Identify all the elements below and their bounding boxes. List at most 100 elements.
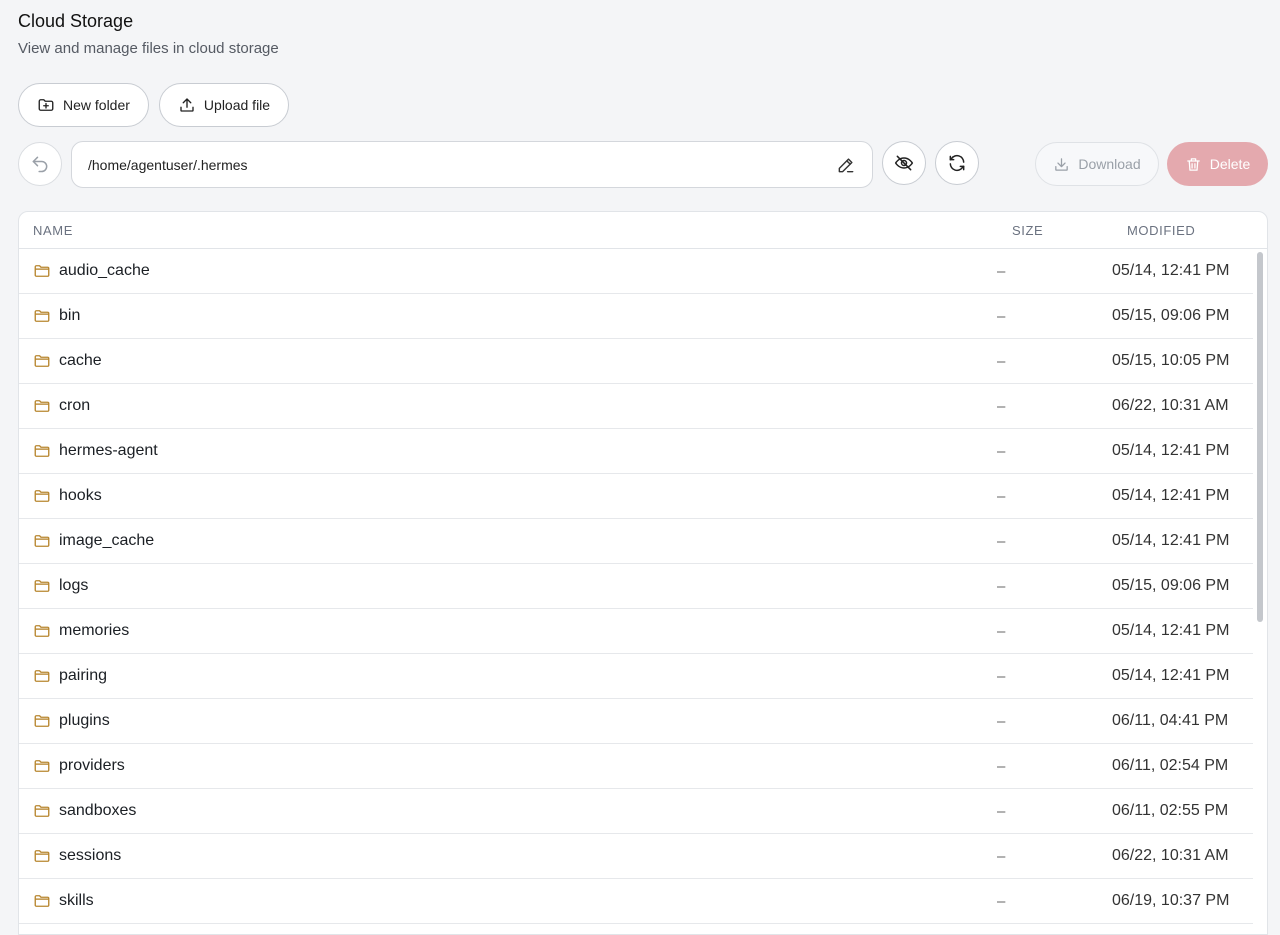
path-input[interactable] xyxy=(88,156,836,173)
file-size: – xyxy=(997,668,1006,685)
folder-icon xyxy=(34,715,50,727)
download-label: Download xyxy=(1078,156,1141,172)
column-header-modified[interactable]: MODIFIED xyxy=(1127,223,1195,238)
scrollbar-thumb[interactable] xyxy=(1257,252,1263,622)
refresh-button[interactable] xyxy=(935,141,979,185)
column-header-name[interactable]: NAME xyxy=(33,223,73,238)
folder-icon xyxy=(34,625,50,637)
trash-icon xyxy=(1186,157,1200,171)
file-size: – xyxy=(997,623,1006,640)
back-button[interactable] xyxy=(18,142,62,186)
folder-icon xyxy=(34,895,50,907)
table-row[interactable]: cron – 06/22, 10:31 AM xyxy=(19,384,1253,429)
folder-icon xyxy=(34,760,50,772)
file-name: logs xyxy=(59,577,89,594)
file-modified: 06/19, 10:37 PM xyxy=(1112,892,1230,909)
delete-label: Delete xyxy=(1209,156,1251,172)
folder-icon xyxy=(34,850,50,862)
upload-file-label: Upload file xyxy=(203,97,271,113)
table-row[interactable]: sessions – 06/22, 10:31 AM xyxy=(19,834,1253,879)
file-size: – xyxy=(997,578,1006,595)
file-name: sessions xyxy=(59,847,122,864)
upload-icon xyxy=(180,98,194,112)
download-button[interactable]: Download xyxy=(1035,142,1159,186)
file-size: – xyxy=(997,443,1006,460)
file-modified: 05/14, 12:41 PM xyxy=(1112,487,1230,504)
file-modified: 05/14, 12:41 PM xyxy=(1112,262,1230,279)
file-modified: 05/14, 12:41 PM xyxy=(1112,532,1230,549)
file-modified: 05/14, 12:41 PM xyxy=(1112,667,1230,684)
file-modified: 05/14, 12:41 PM xyxy=(1112,622,1230,639)
download-icon xyxy=(1055,157,1069,171)
file-modified: 06/22, 10:31 AM xyxy=(1112,397,1229,414)
table-body: audio_cache – 05/14, 12:41 PM bin – 05/15, 09… xyxy=(19,249,1253,924)
new-folder-label: New folder xyxy=(63,97,130,113)
file-size: – xyxy=(997,803,1006,820)
refresh-icon xyxy=(949,154,965,172)
upload-file-button[interactable]: Upload file xyxy=(158,83,290,127)
file-size: – xyxy=(997,398,1006,415)
folder-icon xyxy=(34,670,50,682)
file-size: – xyxy=(997,713,1006,730)
delete-button[interactable]: Delete xyxy=(1167,142,1268,186)
new-folder-button[interactable]: New folder xyxy=(18,83,149,127)
file-name: bin xyxy=(59,307,81,324)
file-name: image_cache xyxy=(59,532,155,549)
file-table: NAME SIZE MODIFIED audio_cache – 05/14, 12… xyxy=(18,211,1268,935)
folder-icon xyxy=(34,805,50,817)
table-row[interactable]: memories – 05/14, 12:41 PM xyxy=(19,609,1253,654)
table-row[interactable]: cache – 05/15, 10:05 PM xyxy=(19,339,1253,384)
file-modified: 06/22, 10:31 AM xyxy=(1112,847,1229,864)
file-size: – xyxy=(997,353,1006,370)
table-row[interactable]: skills – 06/19, 10:37 PM xyxy=(19,879,1253,924)
file-name: pairing xyxy=(59,667,108,684)
action-row: New folder Upload file xyxy=(18,83,290,127)
file-modified: 06/11, 04:41 PM xyxy=(1112,712,1229,729)
file-size: – xyxy=(997,308,1006,325)
file-modified: 05/15, 10:05 PM xyxy=(1112,352,1230,369)
toggle-hidden-button[interactable] xyxy=(882,141,926,185)
file-name: cache xyxy=(59,352,102,369)
table-row[interactable]: logs – 05/15, 09:06 PM xyxy=(19,564,1253,609)
table-row[interactable]: bin – 05/15, 09:06 PM xyxy=(19,294,1253,339)
table-row[interactable]: image_cache – 05/14, 12:41 PM xyxy=(19,519,1253,564)
table-row[interactable]: pairing – 05/14, 12:41 PM xyxy=(19,654,1253,699)
file-size: – xyxy=(997,848,1006,865)
table-row[interactable]: providers – 06/11, 02:54 PM xyxy=(19,744,1253,789)
file-name: memories xyxy=(59,622,130,639)
page-title: Cloud Storage xyxy=(18,11,134,31)
file-name: skills xyxy=(59,892,94,909)
file-modified: 05/15, 09:06 PM xyxy=(1112,577,1230,594)
file-modified: 05/15, 09:06 PM xyxy=(1112,307,1230,324)
folder-icon xyxy=(34,580,50,592)
table-row[interactable]: sandboxes – 06/11, 02:55 PM xyxy=(19,789,1253,834)
table-row[interactable]: audio_cache – 05/14, 12:41 PM xyxy=(19,249,1253,294)
file-size: – xyxy=(997,263,1006,280)
folder-icon xyxy=(34,355,50,367)
file-size: – xyxy=(997,533,1006,550)
table-row[interactable]: hermes-agent – 05/14, 12:41 PM xyxy=(19,429,1253,474)
file-size: – xyxy=(997,488,1006,505)
file-size: – xyxy=(997,893,1006,910)
path-field xyxy=(71,141,873,188)
file-name: plugins xyxy=(59,712,110,729)
file-name: hermes-agent xyxy=(59,442,158,459)
folder-icon xyxy=(34,265,50,277)
eye-off-icon xyxy=(894,155,914,171)
table-row[interactable]: plugins – 06/11, 04:41 PM xyxy=(19,699,1253,744)
file-name: cron xyxy=(59,397,91,414)
file-name: hooks xyxy=(59,487,102,504)
undo-arrow-icon xyxy=(32,156,48,173)
file-name: providers xyxy=(59,757,125,774)
folder-icon xyxy=(34,310,50,322)
table-row[interactable]: hooks – 05/14, 12:41 PM xyxy=(19,474,1253,519)
folder-icon xyxy=(34,490,50,502)
file-modified: 05/14, 12:41 PM xyxy=(1112,442,1230,459)
file-name: sandboxes xyxy=(59,802,137,819)
column-header-size[interactable]: SIZE xyxy=(1012,223,1043,238)
pencil-icon[interactable] xyxy=(836,155,856,175)
folder-plus-icon xyxy=(38,99,54,111)
file-modified: 06/11, 02:55 PM xyxy=(1112,802,1229,819)
file-name: audio_cache xyxy=(59,262,150,279)
path-toolbar: Download Delete xyxy=(18,141,1268,189)
